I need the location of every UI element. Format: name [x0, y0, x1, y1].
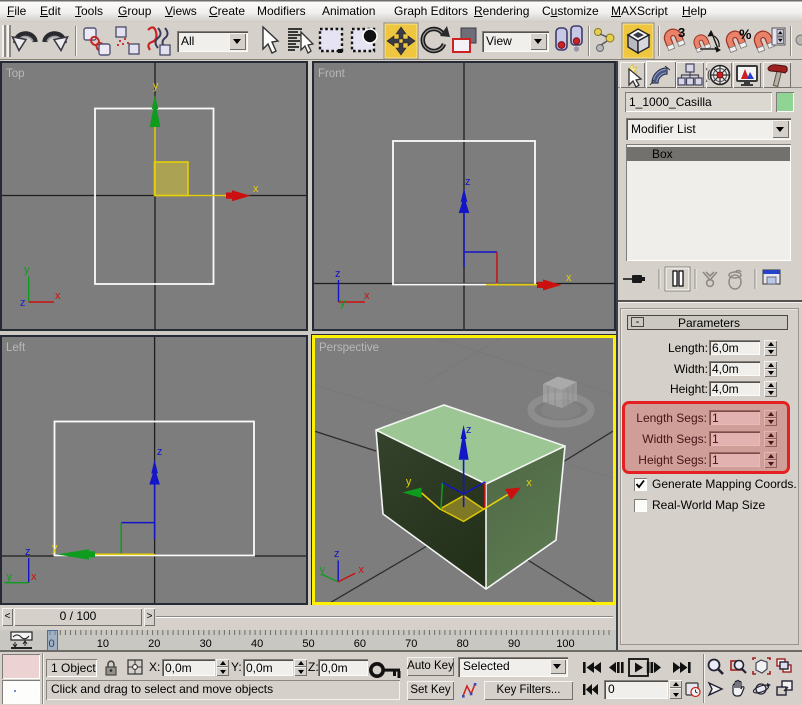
svg-text:x: x	[31, 571, 37, 583]
svg-text:z: z	[466, 424, 472, 436]
svg-text:x: x	[359, 564, 365, 576]
svg-text:y: y	[340, 297, 346, 309]
svg-text:z: z	[334, 548, 340, 560]
svg-text:x: x	[566, 272, 572, 284]
svg-text:x: x	[55, 290, 61, 302]
svg-text:z: z	[335, 268, 341, 280]
svg-text:3: 3	[678, 25, 685, 40]
svg-text:z: z	[20, 297, 26, 309]
svg-text:z: z	[25, 546, 31, 558]
svg-text:%: %	[739, 26, 752, 42]
svg-text:Perspective: Perspective	[319, 342, 379, 354]
svg-text:y: y	[24, 264, 30, 276]
svg-text:y: y	[320, 564, 326, 576]
svg-text:x: x	[253, 183, 259, 195]
svg-text:z: z	[157, 446, 163, 458]
svg-text:y: y	[52, 542, 58, 554]
svg-text:y: y	[406, 476, 412, 488]
svg-text:y: y	[7, 571, 13, 583]
svg-text:y: y	[153, 80, 159, 92]
svg-text:x: x	[364, 290, 370, 302]
svg-text:Left: Left	[6, 342, 26, 354]
svg-text:Front: Front	[318, 68, 346, 80]
svg-text:x: x	[526, 477, 532, 489]
svg-text:z: z	[465, 176, 471, 188]
svg-text:Top: Top	[6, 68, 25, 80]
